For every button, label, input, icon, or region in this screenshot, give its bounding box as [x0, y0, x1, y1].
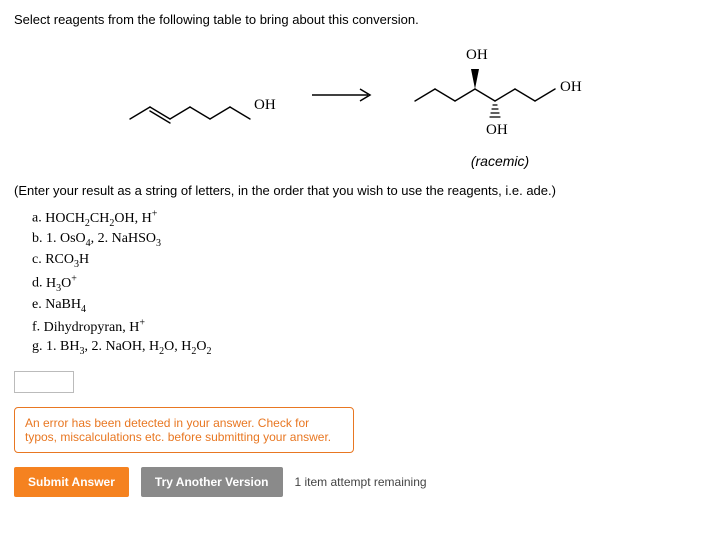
option-c: c. RCO3H	[32, 252, 706, 270]
submit-answer-button[interactable]: Submit Answer	[14, 467, 129, 497]
product-structure: OH OH OH (racemic)	[400, 39, 600, 169]
racemic-label: (racemic)	[400, 153, 600, 169]
option-g: g. 1. BH3, 2. NaOH, H2O, H2O2	[32, 339, 706, 357]
answer-input[interactable]	[14, 371, 74, 393]
reagent-options: a. HOCH2CH2OH, H+ b. 1. OsO4, 2. NaHSO3 …	[32, 208, 706, 357]
question-prompt: Select reagents from the following table…	[14, 12, 706, 27]
button-row: Submit Answer Try Another Version 1 item…	[14, 467, 706, 497]
reaction-arrow	[302, 85, 388, 123]
oh-right-label: OH	[560, 79, 582, 95]
try-another-version-button[interactable]: Try Another Version	[141, 467, 283, 497]
input-instructions: (Enter your result as a string of letter…	[14, 183, 706, 198]
reaction-diagram: OH	[14, 39, 706, 169]
option-d: d. H3O+	[32, 273, 706, 293]
attempts-remaining: 1 item attempt remaining	[295, 475, 427, 489]
option-b: b. 1. OsO4, 2. NaHSO3	[32, 231, 706, 249]
reactant-structure: OH	[120, 69, 290, 139]
oh-top-label: OH	[466, 47, 488, 63]
oh-bottom-label: OH	[486, 122, 508, 138]
option-f: f. Dihydropyran, H+	[32, 317, 706, 336]
option-a: a. HOCH2CH2OH, H+	[32, 208, 706, 228]
oh-label: OH	[254, 97, 276, 113]
option-e: e. NaBH4	[32, 297, 706, 315]
error-message: An error has been detected in your answe…	[14, 407, 354, 453]
